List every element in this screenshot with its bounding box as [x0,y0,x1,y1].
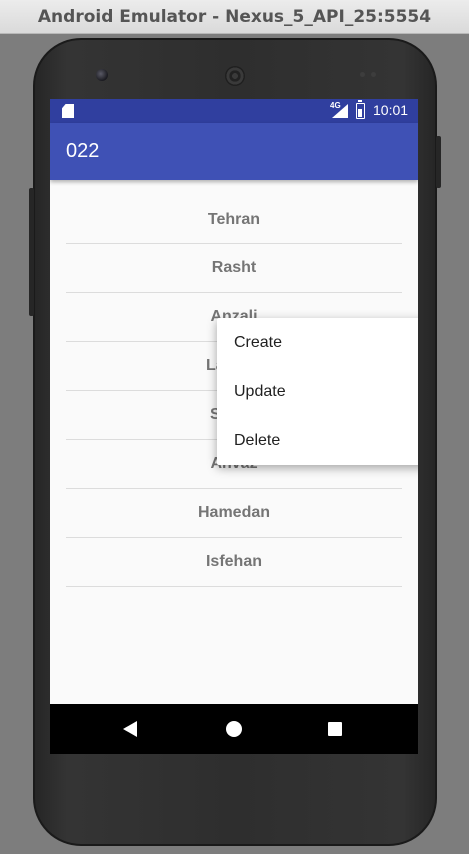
list-item-tehran[interactable]: Tehran [66,196,402,244]
recents-icon[interactable] [328,722,342,736]
menu-item-update[interactable]: Update [217,367,418,416]
list-item-isfehan[interactable]: Isfehan [66,538,402,587]
list-item-rasht[interactable]: Rasht [66,244,402,293]
app-title: 022 [66,140,100,162]
menu-item-delete[interactable]: Delete [217,416,418,465]
menu-item-create[interactable]: Create [217,318,418,367]
list-item-hamedan[interactable]: Hamedan [66,489,402,538]
power-button-right[interactable] [436,136,441,188]
device-screen: 4G 10:01 022 Tehran Rasht Anzali Lahijan… [50,99,418,754]
navigation-bar [50,704,418,754]
status-bar: 4G 10:01 [50,99,418,123]
sd-card-icon [62,104,74,118]
emulator-window-title: Android Emulator - Nexus_5_API_25:5554 [0,0,469,34]
status-time: 10:01 [373,102,409,118]
home-icon[interactable] [226,721,242,737]
back-icon[interactable] [123,721,137,737]
volume-button-left[interactable] [29,188,34,316]
front-camera [96,69,108,81]
earpiece-speaker [225,66,245,86]
context-menu: Create Update Delete [217,318,418,465]
battery-icon [356,100,365,119]
app-toolbar: 022 [50,123,418,180]
signal-icon [332,104,348,118]
proximity-sensors [360,72,376,77]
